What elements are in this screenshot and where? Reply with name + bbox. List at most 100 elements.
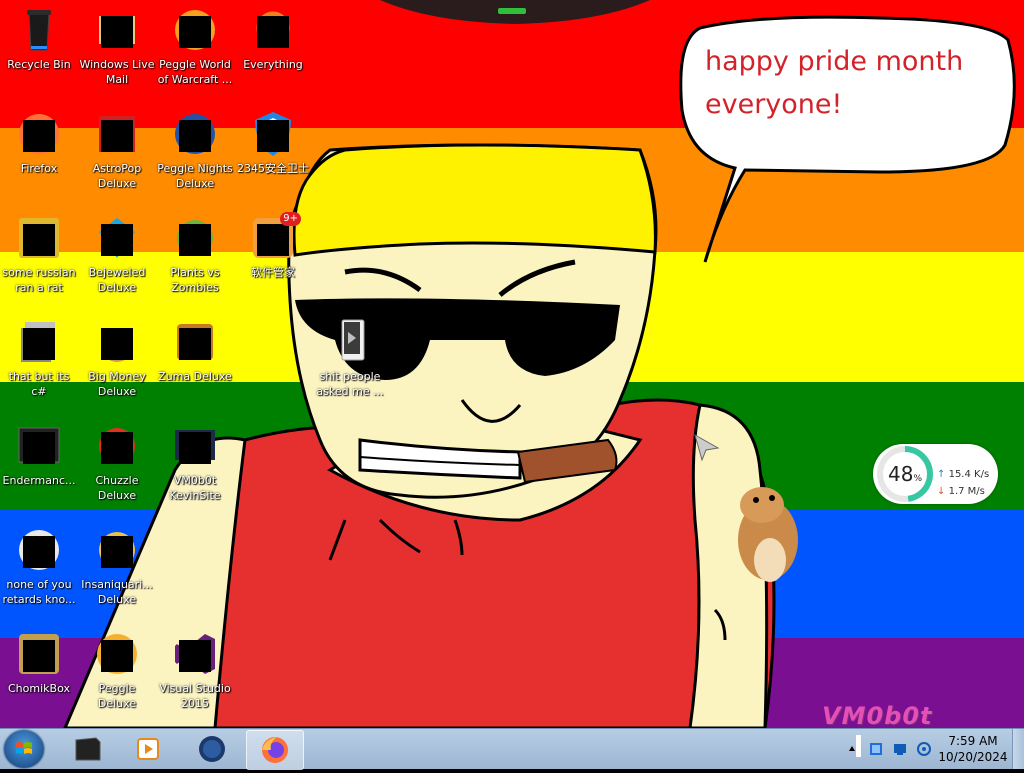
start-button[interactable] bbox=[4, 730, 44, 768]
redaction-box bbox=[257, 224, 289, 256]
network-globe-icon bbox=[199, 736, 225, 762]
some-russian-ran-a-rat-icon: e bbox=[15, 214, 63, 262]
desktop-icon-2345-security[interactable]: 2345安全卫士 bbox=[234, 110, 312, 176]
chuzzle-deluxe-icon bbox=[93, 422, 141, 470]
desktop-icon-windows-live-mail[interactable]: Windows Live Mail bbox=[78, 6, 156, 87]
desktop-icon-peggle-deluxe[interactable]: Peggle Deluxe bbox=[78, 630, 156, 711]
desktop-icon-some-russian-ran-a-rat[interactable]: e some russian ran a rat bbox=[0, 214, 78, 295]
that-but-its-csharp-icon bbox=[15, 318, 63, 366]
icon-label-line2: 2015 bbox=[181, 697, 209, 710]
icon-label-line1: VM0b0t bbox=[173, 474, 217, 487]
speech-bubble-line2: everyone! bbox=[705, 89, 843, 120]
show-hidden-icons-chevron-icon[interactable] bbox=[848, 743, 856, 753]
windows-logo-icon bbox=[16, 742, 32, 754]
desktop-icon-chomikbox[interactable]: ChomikBox bbox=[0, 630, 78, 696]
notification-badge: 9+ bbox=[280, 212, 301, 226]
desktop-icon-software-manager[interactable]: 9+ 软件管家 bbox=[234, 212, 312, 280]
redaction-box bbox=[257, 16, 289, 48]
2345-security-icon bbox=[249, 110, 297, 158]
network-speed-widget[interactable]: 48% ↑ 15.4 K/s ↓ 1.7 M/s bbox=[873, 444, 998, 504]
redaction-box bbox=[23, 640, 55, 672]
recycle-bin-icon bbox=[15, 6, 63, 54]
big-money-deluxe-icon bbox=[93, 318, 141, 366]
redaction-box bbox=[101, 16, 133, 48]
desktop-icon-visual-studio-2015[interactable]: Visual Studio 2015 bbox=[156, 630, 234, 711]
icon-label-line1: AstroPop bbox=[92, 162, 142, 175]
peggle-world-of-warcraft-icon bbox=[171, 6, 219, 54]
redaction-box bbox=[179, 16, 211, 48]
taskbar-network-app[interactable] bbox=[184, 730, 240, 768]
desktop-icon-recycle-bin[interactable]: Recycle Bin bbox=[0, 6, 78, 72]
redaction-box bbox=[101, 328, 133, 360]
icon-label-line1: ChomikBox bbox=[8, 682, 70, 695]
plants-vs-zombies-icon bbox=[171, 214, 219, 262]
icon-label-line1: Peggle Nights bbox=[157, 162, 233, 175]
redaction-box bbox=[179, 224, 211, 256]
chomikbox-icon bbox=[15, 630, 63, 678]
redaction-box bbox=[179, 120, 211, 152]
desktop-icon-astropop-deluxe[interactable]: AstroPop Deluxe bbox=[78, 110, 156, 191]
desktop-icon-firefox[interactable]: Firefox bbox=[0, 110, 78, 176]
icon-label-line2: ran a rat bbox=[15, 281, 63, 294]
redaction-box bbox=[23, 328, 55, 360]
redaction-box bbox=[101, 224, 133, 256]
icon-label-line1: Insaniquari... bbox=[81, 578, 153, 591]
tray-app-icon[interactable] bbox=[868, 741, 884, 757]
redaction-box bbox=[101, 640, 133, 672]
upload-arrow-icon: ↑ bbox=[937, 469, 946, 480]
redaction-box bbox=[101, 120, 133, 152]
redaction-box bbox=[101, 432, 133, 464]
desktop-icon-folder[interactable]: shit people asked me ... bbox=[311, 318, 389, 399]
icon-label-line2: retards kno... bbox=[2, 593, 76, 606]
bejeweled-deluxe-icon bbox=[93, 214, 141, 262]
watermark-text: VM0b0t bbox=[822, 702, 933, 728]
taskbar: 7:59 AM 10/20/2024 bbox=[0, 728, 1024, 770]
redaction-box bbox=[23, 120, 55, 152]
visual-studio-2015-icon bbox=[171, 630, 219, 678]
redaction-box bbox=[179, 432, 211, 464]
software-manager-icon: 9+ bbox=[249, 212, 301, 262]
desktop-icon-peggle-nights-deluxe[interactable]: Peggle Nights Deluxe bbox=[156, 110, 234, 191]
taskbar-terminal[interactable] bbox=[60, 730, 116, 768]
desktop-icon-that-but-its-csharp[interactable]: that but its c# bbox=[0, 318, 78, 399]
desktop-icon-plants-vs-zombies[interactable]: Plants vs Zombies bbox=[156, 214, 234, 295]
download-unit: M/s bbox=[967, 486, 985, 497]
volume-icon[interactable] bbox=[916, 741, 932, 757]
desktop-icon-endermanch[interactable]: Endermanc... bbox=[0, 422, 78, 488]
desktop-icon-big-money-deluxe[interactable]: Big Money Deluxe bbox=[78, 318, 156, 399]
download-speed: ↓ 1.7 M/s bbox=[937, 486, 985, 497]
folder-icon bbox=[326, 318, 374, 366]
desktop-icon-bejeweled-deluxe[interactable]: Bejeweled Deluxe bbox=[78, 214, 156, 295]
speech-bubble-text: happy pride month everyone! bbox=[705, 40, 985, 126]
icon-label-line1: Chuzzle bbox=[95, 474, 139, 487]
firefox-icon bbox=[262, 737, 288, 763]
upload-value: 15.4 bbox=[948, 469, 971, 480]
icon-label-line2: Deluxe bbox=[97, 593, 137, 606]
clock-date: 10/20/2024 bbox=[938, 750, 1008, 764]
icon-label-line2: Zombies bbox=[171, 281, 219, 294]
show-desktop-button[interactable] bbox=[1012, 729, 1024, 769]
icon-label-line1: Bejeweled bbox=[88, 266, 146, 279]
redaction-box bbox=[257, 120, 289, 152]
upload-speed: ↑ 15.4 K/s bbox=[937, 469, 989, 480]
desktop-icon-peggle-world-of-warcraft[interactable]: Peggle World of Warcraft ... bbox=[156, 6, 234, 87]
desktop-icon-vm0b0t-kevinsite[interactable]: VM0b0t KevinSite bbox=[156, 422, 234, 503]
icon-label-line1: Endermanc... bbox=[2, 474, 76, 487]
desktop-icon-chuzzle-deluxe[interactable]: Chuzzle Deluxe bbox=[78, 422, 156, 503]
desktop-icon-none-of-you-retards[interactable]: none of you retards kno... bbox=[0, 526, 78, 607]
download-value: 1.7 bbox=[948, 486, 965, 497]
desktop-icon-zuma-deluxe[interactable]: Zuma Deluxe bbox=[156, 318, 234, 384]
taskbar-firefox[interactable] bbox=[246, 730, 304, 770]
endermanch-icon bbox=[15, 422, 63, 470]
redaction-box bbox=[179, 328, 211, 360]
icon-label-line2: Deluxe bbox=[97, 281, 137, 294]
astropop-deluxe-icon bbox=[93, 110, 141, 158]
memory-percent: 48 bbox=[887, 462, 914, 486]
system-clock[interactable]: 7:59 AM 10/20/2024 bbox=[935, 733, 1011, 765]
desktop-icon-insaniquarium-deluxe[interactable]: Insaniquari... Deluxe bbox=[78, 526, 156, 607]
icon-label-line1: Visual Studio bbox=[159, 682, 231, 695]
desktop-icon-everything[interactable]: Everything bbox=[234, 6, 312, 72]
taskbar-media-player[interactable] bbox=[120, 730, 176, 768]
tray-monitor-icon[interactable] bbox=[892, 741, 908, 757]
icon-label-line1: Peggle Deluxe bbox=[97, 682, 137, 710]
